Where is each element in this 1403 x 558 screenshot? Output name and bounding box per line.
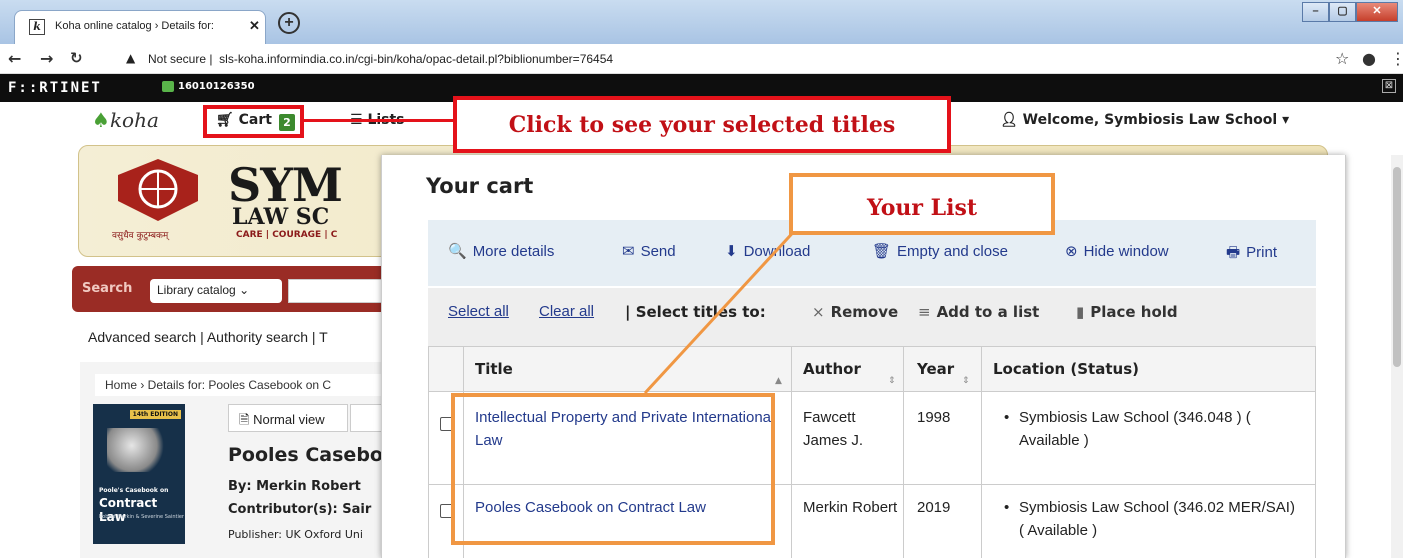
list-callout-connector — [643, 198, 825, 395]
list-callout: Your List — [789, 173, 1055, 235]
screenshot: k Koha online catalog › Details for: ✕ +… — [0, 0, 1403, 558]
